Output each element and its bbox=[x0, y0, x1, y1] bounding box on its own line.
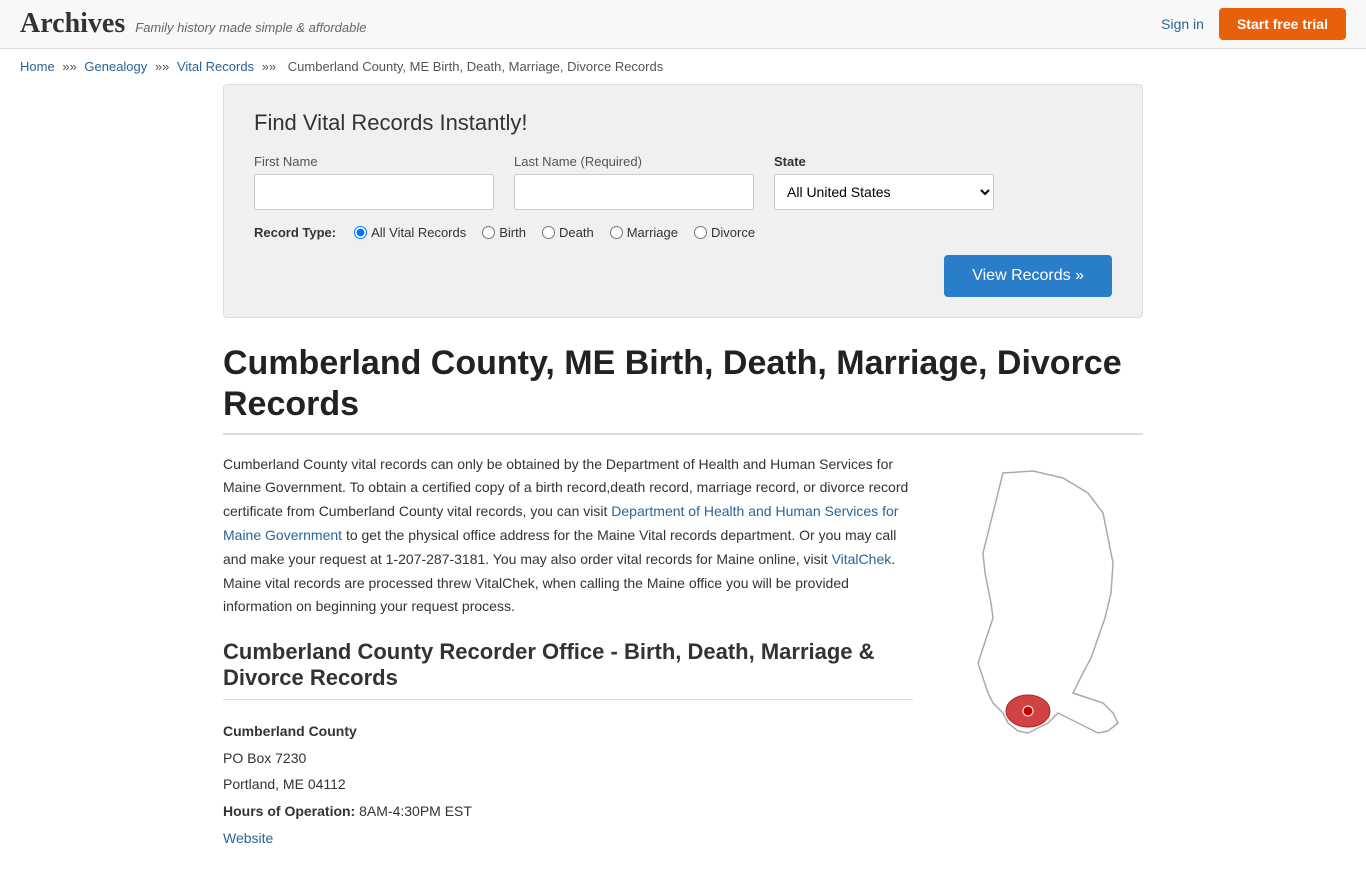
state-label: State bbox=[774, 154, 994, 169]
office-name: Cumberland County bbox=[223, 718, 913, 745]
record-type-label: Record Type: bbox=[254, 225, 336, 240]
view-records-button[interactable]: View Records » bbox=[944, 255, 1112, 297]
office-website: Website bbox=[223, 825, 913, 852]
signin-link[interactable]: Sign in bbox=[1161, 16, 1204, 32]
record-type-row: Record Type: All Vital Records Birth Dea… bbox=[254, 225, 1112, 240]
state-field-group: State All United States Alabama Alaska M… bbox=[774, 154, 994, 210]
maine-map-svg bbox=[943, 463, 1143, 743]
dept-health-link[interactable]: Department of Health and Human Services … bbox=[223, 503, 898, 543]
website-link[interactable]: Website bbox=[223, 830, 273, 846]
content-area: Cumberland County vital records can only… bbox=[223, 453, 1143, 852]
record-type-all[interactable]: All Vital Records bbox=[354, 225, 466, 240]
breadcrumb-current: Cumberland County, ME Birth, Death, Marr… bbox=[288, 59, 663, 74]
last-name-field-group: Last Name (Required) bbox=[514, 154, 754, 210]
record-type-birth[interactable]: Birth bbox=[482, 225, 526, 240]
content-text: Cumberland County vital records can only… bbox=[223, 453, 913, 852]
body-paragraph: Cumberland County vital records can only… bbox=[223, 453, 913, 620]
record-type-marriage[interactable]: Marriage bbox=[610, 225, 678, 240]
first-name-input[interactable] bbox=[254, 174, 494, 210]
breadcrumb-vital-records[interactable]: Vital Records bbox=[177, 59, 254, 74]
last-name-input[interactable] bbox=[514, 174, 754, 210]
office-address2: Portland, ME 04112 bbox=[223, 771, 913, 798]
maine-map bbox=[943, 463, 1143, 746]
breadcrumb-home[interactable]: Home bbox=[20, 59, 55, 74]
search-fields-row: First Name Last Name (Required) State Al… bbox=[254, 154, 1112, 210]
start-trial-button[interactable]: Start free trial bbox=[1219, 8, 1346, 40]
search-box: Find Vital Records Instantly! First Name… bbox=[223, 84, 1143, 318]
office-address1: PO Box 7230 bbox=[223, 745, 913, 772]
header-right: Sign in Start free trial bbox=[1161, 8, 1346, 40]
breadcrumb: Home »» Genealogy »» Vital Records »» Cu… bbox=[0, 49, 1366, 84]
vitalchek-link[interactable]: VitalChek bbox=[832, 551, 892, 567]
search-btn-row: View Records » bbox=[254, 255, 1112, 297]
record-type-options: All Vital Records Birth Death Marriage D… bbox=[354, 225, 755, 240]
site-logo: Archives bbox=[20, 8, 125, 40]
recorder-section-title: Cumberland County Recorder Office - Birt… bbox=[223, 639, 913, 700]
main-content: Find Vital Records Instantly! First Name… bbox=[203, 84, 1163, 881]
page-title: Cumberland County, ME Birth, Death, Marr… bbox=[223, 343, 1143, 435]
first-name-label: First Name bbox=[254, 154, 494, 169]
site-header: Archives Family history made simple & af… bbox=[0, 0, 1366, 49]
header-left: Archives Family history made simple & af… bbox=[20, 8, 366, 40]
record-type-divorce[interactable]: Divorce bbox=[694, 225, 755, 240]
office-hours: Hours of Operation: 8AM-4:30PM EST bbox=[223, 798, 913, 825]
state-select[interactable]: All United States Alabama Alaska Maine bbox=[774, 174, 994, 210]
site-tagline: Family history made simple & affordable bbox=[135, 20, 366, 35]
office-info: Cumberland County PO Box 7230 Portland, … bbox=[223, 718, 913, 851]
first-name-field-group: First Name bbox=[254, 154, 494, 210]
breadcrumb-genealogy[interactable]: Genealogy bbox=[84, 59, 147, 74]
search-title: Find Vital Records Instantly! bbox=[254, 110, 1112, 136]
record-type-death[interactable]: Death bbox=[542, 225, 594, 240]
recorder-section: Cumberland County Recorder Office - Birt… bbox=[223, 639, 913, 851]
last-name-label: Last Name (Required) bbox=[514, 154, 754, 169]
